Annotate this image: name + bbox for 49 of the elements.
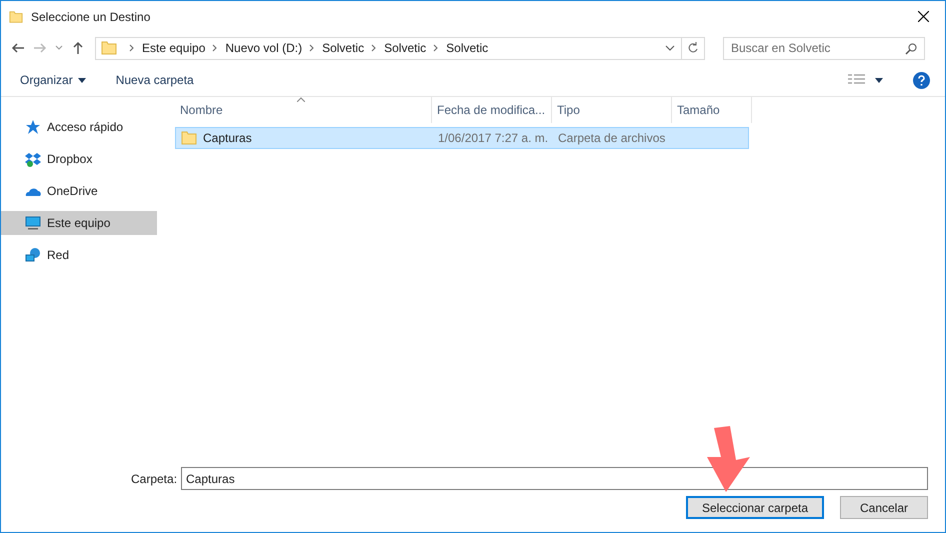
caret-icon [78,78,86,82]
window-title: Seleccione un Destino [31,8,150,26]
column-header[interactable]: Nombre [175,97,432,123]
folder-icon [9,10,23,24]
breadcrumb-item[interactable]: Este equipo [142,39,206,57]
select-folder-button[interactable]: Seleccionar carpeta [686,496,824,519]
up-arrow-icon[interactable] [71,41,85,55]
file-type: Carpeta de archivos [557,130,666,147]
dropbox-icon [25,151,41,167]
chevron-down-icon[interactable] [665,44,675,52]
folder-name-field[interactable]: Capturas [181,467,928,490]
column-header[interactable]: Tipo [552,97,672,123]
file-row[interactable]: Capturas 1/06/2017 7:27 a. m. Carpeta de archivos [175,127,749,149]
chevron-right-icon [309,44,316,52]
search-field[interactable]: Buscar en Solvetic [723,36,925,60]
file-date: 1/06/2017 7:27 a. m. [437,130,550,147]
folder-label: Carpeta: [131,470,178,488]
column-header[interactable]: Tamaño [672,97,752,123]
file-name: Capturas [203,130,252,147]
sidebar-item[interactable]: OneDrive [1,179,157,203]
organize-button[interactable]: Organizar [20,71,86,89]
star-icon [25,119,41,135]
caret-icon[interactable] [875,78,883,82]
close-icon [918,11,928,22]
sidebar-item[interactable]: Dropbox [1,147,157,171]
help-icon[interactable] [913,72,930,88]
breadcrumb-item[interactable]: Solvetic [384,39,426,57]
sidebar-item[interactable]: Acceso rápido [1,115,157,139]
address-bar[interactable]: Este equipo Nuevo vol (D:) Solvetic Solvetic Solvetic [95,36,705,60]
new-folder-button[interactable]: Nueva carpeta [116,71,194,89]
search-icon [905,42,917,54]
sidebar-item[interactable]: Red [1,243,157,267]
chevron-right-icon [433,44,440,52]
refresh-icon[interactable] [687,42,699,54]
monitor-icon [25,215,41,231]
chevron-right-icon [129,44,135,52]
cancel-button[interactable]: Cancelar [840,496,928,519]
chevron-right-icon [212,44,218,52]
sidebar-item[interactable]: Este equipo [1,211,157,235]
folder-icon [181,130,197,146]
breadcrumb-item[interactable]: Nuevo vol (D:) [225,39,302,57]
back-arrow-icon[interactable] [11,41,25,55]
breadcrumb-item[interactable]: Solvetic [322,39,364,57]
chevron-right-icon [371,44,378,52]
network-icon [25,247,41,263]
breadcrumb-item[interactable]: Solvetic [446,39,488,57]
view-options-icon[interactable] [848,74,865,86]
column-header[interactable]: Fecha de modifica... [432,97,552,123]
folder-icon [101,40,117,56]
